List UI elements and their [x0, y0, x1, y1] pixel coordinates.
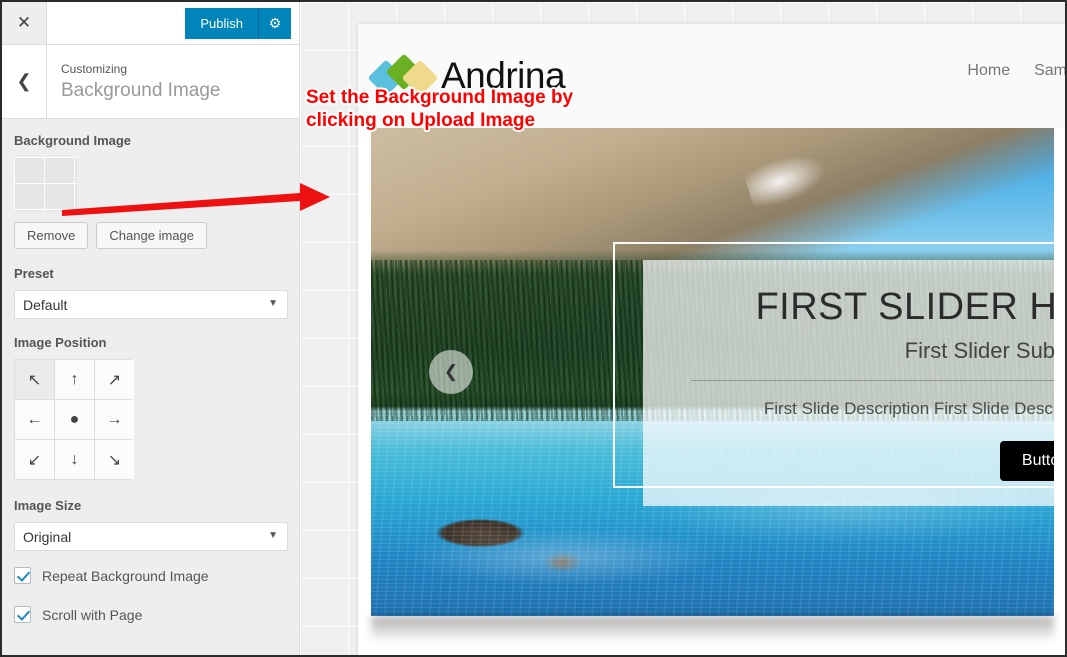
page-title: Background Image — [61, 79, 221, 101]
slider-shadow — [371, 616, 1054, 642]
site-title: Andrina — [441, 55, 566, 96]
background-image-label: Background Image — [14, 133, 132, 148]
repeat-background-checkbox[interactable] — [14, 567, 31, 584]
slider-description: First Slide Description First Slide Desc… — [763, 399, 1054, 418]
position-center-button[interactable]: ● — [55, 400, 94, 439]
scroll-with-page-row[interactable]: Scroll with Page — [14, 606, 287, 623]
position-bottom-center-button[interactable]: ↓ — [55, 440, 94, 479]
image-size-label: Image Size — [14, 498, 82, 513]
customizer-panel-header: ❮ Customizing Background Image — [2, 45, 299, 119]
publish-button[interactable]: Publish — [185, 8, 259, 39]
preset-label: Preset — [14, 266, 54, 281]
slider-prev-button[interactable]: ❮ — [429, 350, 473, 394]
preset-select-wrap: Default ▼ — [14, 290, 288, 319]
dot-icon: ● — [69, 410, 80, 428]
customizer-controls: Background Image Remove Change image Pre… — [2, 119, 299, 655]
preset-select[interactable]: Default — [14, 290, 288, 319]
publish-settings-button[interactable]: ⚙ — [259, 8, 291, 39]
slider-cta-button[interactable]: Button Text 1 — [999, 441, 1054, 481]
scroll-with-page-checkbox[interactable] — [14, 606, 31, 623]
image-size-select[interactable]: Original — [14, 522, 288, 551]
panel-back-button[interactable]: ❮ — [2, 45, 47, 118]
chevron-left-icon: ❮ — [16, 71, 32, 91]
position-top-center-button[interactable]: ↑ — [55, 360, 94, 399]
position-center-left-button[interactable]: ← — [15, 400, 54, 439]
arrow-down-left-icon: ↙ — [27, 451, 42, 469]
publish-group: Publish ⚙ — [185, 8, 291, 39]
chevron-left-icon: ❮ — [443, 362, 459, 381]
slider-heading: FIRST SLIDER HEAD — [755, 286, 1054, 328]
position-top-left-button[interactable]: ↖ — [15, 360, 54, 399]
arrow-left-icon: ← — [26, 410, 43, 428]
screen: Andrina Home Sam ❮ FIRST SLIDER HEAD Fir… — [0, 0, 1067, 657]
site-preview: Andrina Home Sam ❮ FIRST SLIDER HEAD Fir… — [358, 24, 1067, 657]
close-customizer-button[interactable]: ✕ — [2, 2, 47, 44]
slider-caption: FIRST SLIDER HEAD First Slider SubHeadin… — [643, 260, 1054, 506]
arrow-up-icon: ↑ — [70, 370, 79, 388]
position-bottom-left-button[interactable]: ↙ — [15, 440, 54, 479]
image-size-select-wrap: Original ▼ — [14, 522, 288, 551]
hero-slider: ❮ FIRST SLIDER HEAD First Slider SubHead… — [371, 128, 1054, 616]
position-bottom-right-button[interactable]: ↘ — [95, 440, 134, 479]
scroll-with-page-label: Scroll with Page — [42, 606, 143, 623]
arrow-down-right-icon: ↘ — [107, 451, 122, 469]
image-position-label: Image Position — [14, 335, 107, 350]
arrow-down-icon: ↓ — [70, 450, 79, 468]
site-header: Andrina Home Sam — [358, 24, 1067, 128]
position-center-right-button[interactable]: → — [95, 400, 134, 439]
panel-titles: Customizing Background Image — [47, 45, 221, 118]
caption-divider — [691, 380, 1054, 381]
site-nav: Home Sam — [967, 62, 1067, 80]
position-top-right-button[interactable]: ↗ — [95, 360, 134, 399]
repeat-background-row[interactable]: Repeat Background Image — [14, 567, 287, 584]
image-action-buttons: Remove Change image — [14, 222, 287, 249]
arrow-up-right-icon: ↗ — [107, 371, 122, 389]
slider-subheading: First Slider SubHeading — [904, 338, 1054, 363]
arrow-right-icon: → — [106, 410, 123, 428]
arrow-up-left-icon: ↖ — [27, 371, 42, 389]
repeat-background-label: Repeat Background Image — [42, 567, 209, 584]
customizer-topbar: ✕ Publish ⚙ — [2, 2, 299, 45]
logo-diamonds-icon — [367, 53, 439, 97]
close-icon: ✕ — [16, 13, 32, 32]
remove-image-button[interactable]: Remove — [14, 222, 89, 249]
background-image-thumbnail[interactable] — [14, 157, 77, 212]
image-position-grid: ↖ ↑ ↗ ← ● → ↙ ↓ ↘ — [14, 359, 134, 480]
customizer-sidebar: ✕ Publish ⚙ ❮ Customizing Background Ima… — [2, 2, 300, 655]
change-image-button[interactable]: Change image — [96, 222, 207, 249]
nav-item-sample-page[interactable]: Sam — [1034, 62, 1067, 80]
nav-item-home[interactable]: Home — [967, 62, 1010, 80]
breadcrumb: Customizing — [61, 61, 128, 76]
gear-icon: ⚙ — [268, 15, 282, 31]
site-logo[interactable]: Andrina — [367, 53, 566, 97]
